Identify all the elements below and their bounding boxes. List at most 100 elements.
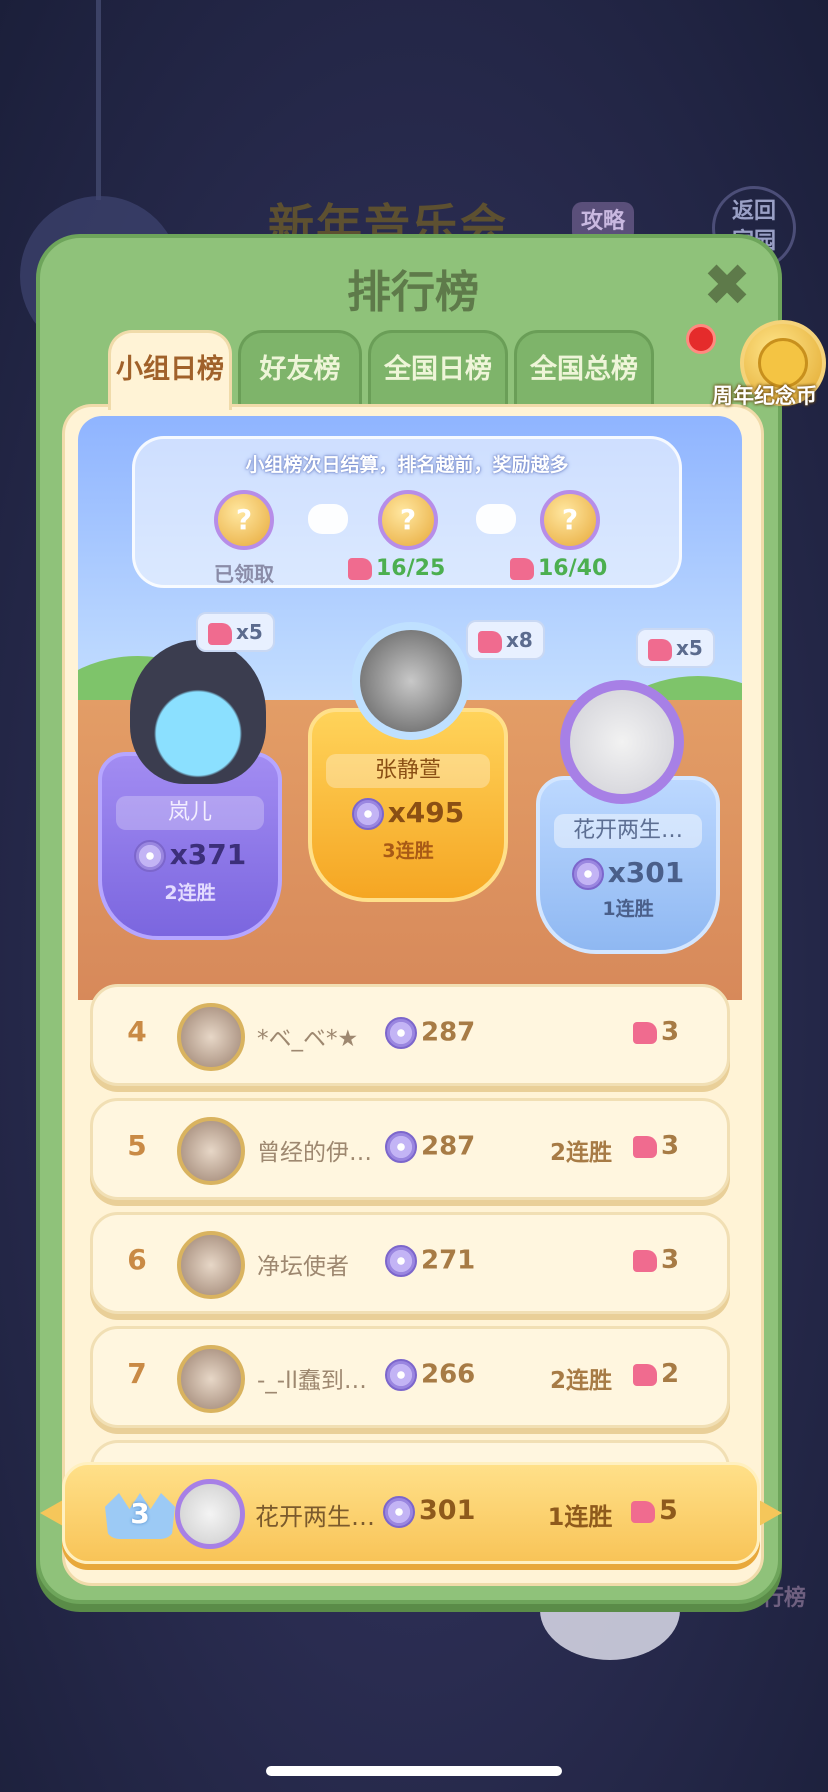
reward-count: x5 <box>236 620 263 644</box>
tab-label: 全国日榜 <box>384 354 492 385</box>
notification-dot <box>686 324 716 354</box>
reward-count: 3 <box>661 1245 680 1275</box>
tab-national-total[interactable]: 全国总榜 <box>514 330 654 410</box>
tab-label: 小组日榜 <box>116 354 224 385</box>
streak: 2连胜 <box>549 1140 612 1166</box>
disc-icon <box>383 1495 415 1528</box>
podium-score: x301 <box>540 856 716 890</box>
tab-national-daily[interactable]: 全国日榜 <box>368 330 508 410</box>
list-item[interactable]: 6 净坛使者 271 3 <box>90 1212 730 1314</box>
list-item[interactable]: 4 *ベ_ベ*★ 287 3 <box>90 984 730 1086</box>
tab-label: 好友榜 <box>259 354 341 385</box>
list-item[interactable]: 7 -_-ll蠢到… 266 2连胜 2 <box>90 1326 730 1428</box>
player-name: *ベ_ベ*★ <box>257 1026 359 1052</box>
reward-glyph: ? <box>561 503 579 536</box>
player-name: 曾经的伊… <box>257 1140 372 1166</box>
reward-2-icon[interactable]: ? <box>378 490 438 550</box>
puzzle-icon <box>633 1135 657 1158</box>
rules-text: 小组榜次日结算，排名越前，奖励越多 <box>245 454 569 476</box>
arrow-icon <box>476 504 516 534</box>
reward-3-icon[interactable]: ? <box>540 490 600 550</box>
tab-friends[interactable]: 好友榜 <box>238 330 362 410</box>
podium-name: 花开两生… <box>554 814 702 848</box>
tab-label: 全国总榜 <box>530 354 638 385</box>
panel-title: 排行榜 <box>347 267 479 318</box>
avatar[interactable] <box>177 1345 245 1413</box>
podium-name: 岚儿 <box>116 796 264 830</box>
my-rank-row[interactable]: 3 花开两生… 301 1连胜 5 <box>62 1462 760 1564</box>
user-avatar[interactable] <box>352 622 470 740</box>
podium-name: 张静萱 <box>326 754 490 788</box>
puzzle-icon <box>208 622 232 645</box>
progress-value: 16/25 <box>376 556 446 581</box>
tab-group-daily[interactable]: 小组日榜 <box>108 330 232 410</box>
puzzle-icon <box>648 638 672 661</box>
score-value: 301 <box>419 1495 476 1526</box>
score-value: 287 <box>421 1017 476 1048</box>
reward-2-progress: 16/25 <box>348 556 445 581</box>
reward-3-progress: 16/40 <box>510 556 607 581</box>
score-value: x301 <box>607 856 685 889</box>
my-avatar[interactable] <box>175 1479 245 1549</box>
avatar[interactable] <box>177 1117 245 1185</box>
user-avatar[interactable] <box>560 680 684 804</box>
reward-count: 3 <box>661 1131 680 1161</box>
arrow-icon <box>308 504 348 534</box>
score-value: 266 <box>421 1359 476 1390</box>
penguin-avatar[interactable] <box>130 640 266 784</box>
anniversary-coin-label: 周年纪念币 <box>712 384 817 408</box>
puzzle-icon <box>478 630 502 653</box>
reward-bubble: x8 <box>466 620 545 660</box>
reward-claimed-label: 已领取 <box>214 562 274 586</box>
reward-count: x5 <box>676 636 703 660</box>
my-streak: 1连胜 <box>547 1503 613 1531</box>
podium-streak: 3连胜 <box>382 840 434 862</box>
disc-icon <box>385 1017 417 1049</box>
list-item[interactable]: 5 曾经的伊… 287 2连胜 3 <box>90 1098 730 1200</box>
lamp-string <box>96 0 101 200</box>
my-rank-number: 3 <box>130 1497 150 1530</box>
reward: 3 <box>633 1017 679 1047</box>
rank-number: 7 <box>127 1357 147 1390</box>
player-name: -_-ll蠢到… <box>257 1368 367 1394</box>
streak: 2连胜 <box>549 1368 612 1394</box>
score: 287 <box>385 1017 475 1049</box>
puzzle-icon <box>510 558 534 580</box>
reward-count: 2 <box>661 1359 680 1389</box>
reward-bubble: x5 <box>636 628 715 668</box>
progress-value: 16/40 <box>538 556 608 581</box>
reward-count: x8 <box>506 628 533 652</box>
my-name: 花开两生… <box>255 1503 375 1531</box>
rank-number: 6 <box>127 1243 147 1276</box>
reward-bubble: x5 <box>196 612 275 652</box>
score: 271 <box>385 1245 475 1277</box>
puzzle-icon <box>348 558 372 580</box>
rank-number: 4 <box>127 1015 147 1048</box>
disc-icon <box>351 798 384 830</box>
close-icon[interactable]: ✖ <box>700 256 754 314</box>
avatar[interactable] <box>177 1231 245 1299</box>
puzzle-icon <box>633 1363 657 1386</box>
puzzle-icon <box>633 1021 657 1044</box>
puzzle-icon <box>633 1249 657 1272</box>
podium-score: x371 <box>102 838 278 872</box>
disc-icon <box>385 1245 417 1277</box>
player-name: 净坛使者 <box>257 1254 349 1280</box>
score: 287 <box>385 1131 475 1163</box>
disc-icon <box>133 840 166 872</box>
podium-streak: 2连胜 <box>164 882 216 904</box>
score-value: x495 <box>387 796 465 829</box>
reward-1-icon[interactable]: ? <box>214 490 274 550</box>
score: 266 <box>385 1359 475 1391</box>
score-value: 287 <box>421 1131 476 1162</box>
my-reward: 5 <box>631 1495 678 1526</box>
reward-count: 3 <box>661 1017 680 1047</box>
reward-count: 5 <box>659 1495 678 1526</box>
disc-icon <box>385 1359 417 1391</box>
reward-glyph: ? <box>235 503 253 536</box>
avatar[interactable] <box>177 1003 245 1071</box>
reward-glyph: ? <box>399 503 417 536</box>
reward: 3 <box>633 1131 679 1161</box>
home-indicator[interactable] <box>266 1766 562 1776</box>
disc-icon <box>385 1131 417 1163</box>
